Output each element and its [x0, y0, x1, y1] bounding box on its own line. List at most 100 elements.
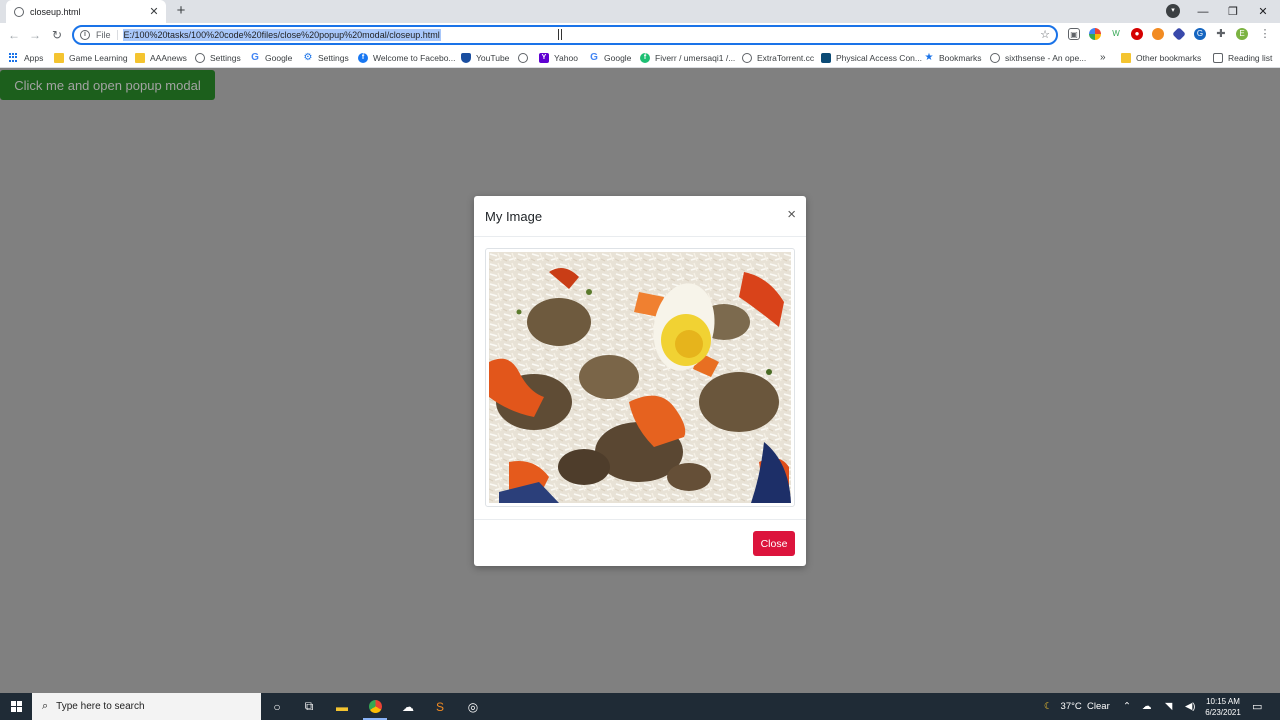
image-thumbnail [485, 248, 795, 507]
windows-logo-icon [10, 701, 22, 712]
onedrive-icon[interactable]: ☁ [1142, 693, 1152, 720]
gear-icon: ⚙ [303, 51, 313, 63]
bookmark-google-2[interactable]: G Google [589, 51, 631, 64]
folder-icon [135, 52, 145, 63]
bookmark-star-icon[interactable]: ☆ [1040, 28, 1050, 41]
bookmark-settings-2[interactable]: ⚙ Settings [303, 51, 349, 64]
yahoo-icon: Y [539, 52, 549, 63]
bookmark-other[interactable]: Other bookmarks [1121, 51, 1201, 64]
bookmark-label: Settings [210, 52, 241, 63]
bookmark-label: Apps [24, 52, 44, 63]
system-clock[interactable]: 10:15 AM 6/23/2021 [1198, 696, 1248, 718]
bookmark-label: Yahoo [554, 52, 578, 63]
open-modal-button[interactable]: Click me and open popup modal [0, 70, 215, 100]
chrome-icon[interactable] [359, 693, 391, 720]
bookmark-youtube[interactable]: YouTube [461, 51, 509, 64]
profile-avatar-icon[interactable]: E [1236, 28, 1248, 40]
image-modal: My Image × Close [474, 196, 806, 566]
network-icon[interactable]: ◥ [1165, 693, 1172, 720]
globe-icon [195, 52, 205, 63]
bookmark-facebook[interactable]: f Welcome to Facebo... [358, 51, 456, 64]
close-button[interactable]: Close [753, 531, 795, 556]
address-bar[interactable]: i File E:/100%20tasks/100%20code%20files… [72, 25, 1058, 45]
bookmark-bookmarks[interactable]: ★ Bookmarks [924, 51, 982, 64]
bookmark-label: Game Learning [69, 52, 128, 63]
url-text[interactable]: E:/100%20tasks/100%20code%20files/close%… [122, 29, 441, 41]
window-close-icon[interactable]: ✕ [1248, 0, 1278, 23]
search-icon: ⌕ [42, 700, 49, 712]
tab-close-icon[interactable]: ✕ [148, 5, 160, 18]
google-icon: G [251, 51, 259, 63]
bookmarks-overflow-icon[interactable]: » [1100, 51, 1106, 64]
menu-kebab-icon[interactable]: ⋮ [1259, 28, 1271, 40]
bookmark-physical-access[interactable]: Physical Access Con... [821, 51, 922, 64]
modal-close-icon[interactable]: × [787, 207, 796, 222]
globe-icon [990, 52, 1000, 63]
bookmark-label: Reading list [1228, 52, 1273, 63]
stop-extension-icon[interactable]: ● [1131, 28, 1143, 40]
bookmark-label: Bookmarks [939, 52, 982, 63]
bookmark-label: sixthsense - An ope... [1005, 52, 1087, 63]
fiverr-icon: f [640, 52, 650, 63]
globe-icon [14, 6, 24, 17]
bookmark-google[interactable]: G Google [250, 51, 292, 64]
tab-search-icon[interactable]: ▾ [1166, 4, 1180, 18]
bookmark-settings[interactable]: Settings [195, 51, 241, 64]
tray-chevron-icon[interactable]: ⌃ [1123, 693, 1131, 720]
w-extension-icon[interactable]: W [1110, 28, 1122, 40]
file-label: File [96, 30, 118, 40]
bookmark-globe[interactable] [518, 51, 533, 64]
new-tab-button[interactable]: + [172, 2, 190, 20]
volume-icon[interactable]: ◀) [1185, 693, 1195, 720]
camera-extension-icon[interactable]: ▣ [1068, 28, 1080, 40]
browser-tab[interactable]: closeup.html ✕ [6, 0, 166, 23]
reading-list[interactable]: Reading list [1213, 51, 1272, 64]
bookmark-label: Google [265, 52, 293, 63]
modal-footer: Close [474, 519, 806, 566]
restore-icon[interactable]: ❐ [1218, 0, 1248, 23]
browser-toolbar: ← → ↻ i File E:/100%20tasks/100%20code%2… [0, 23, 1280, 47]
moon-icon: ☾ [1044, 701, 1053, 712]
puzzle-extensions-icon[interactable]: ✚ [1215, 28, 1227, 40]
bookmark-label: AAAnews [150, 52, 187, 63]
task-view-icon[interactable]: ⧉ [293, 693, 325, 720]
bookmark-label: ExtraTorrent.cc [757, 52, 815, 63]
cookie-extension-icon[interactable] [1152, 28, 1164, 40]
info-icon[interactable]: i [80, 30, 90, 40]
forward-icon[interactable]: → [27, 27, 43, 43]
notifications-icon[interactable]: ▭ [1252, 693, 1262, 720]
sublime-text-icon[interactable]: S [424, 693, 456, 720]
folder-icon [54, 52, 64, 63]
weather-text: 37°C Clear [1060, 701, 1110, 712]
taskbar-search[interactable]: ⌕ Type here to search [32, 693, 261, 720]
bookmark-yahoo[interactable]: Y Yahoo [539, 51, 578, 64]
bookmark-label: YouTube [476, 52, 510, 63]
file-explorer-icon[interactable]: ▬ [326, 693, 358, 720]
windows-taskbar: ⌕ Type here to search ○ ⧉ ▬ ☁ S ◎ ☾ 37°C… [0, 693, 1280, 720]
g-extension-icon[interactable]: G [1194, 28, 1206, 40]
bookmark-aaanews[interactable]: AAAnews [135, 51, 187, 64]
bookmarks-bar: Apps Game Learning AAAnews Settings G Goo… [0, 47, 1280, 68]
clock-time: 10:15 AM [1206, 697, 1240, 706]
back-icon[interactable]: ← [6, 27, 22, 43]
color-extension-icon[interactable] [1089, 28, 1101, 40]
bookmark-game-learning[interactable]: Game Learning [54, 51, 128, 64]
clock-date: 6/23/2021 [1205, 708, 1241, 717]
tab-strip: closeup.html ✕ + ▾ — ❐ ✕ [0, 0, 1280, 23]
weather-widget[interactable]: ☾ 37°C Clear [1044, 693, 1110, 720]
bookmark-apps[interactable]: Apps [9, 51, 43, 64]
bookmark-extratorrent[interactable]: ExtraTorrent.cc [742, 51, 814, 64]
app-icon[interactable]: ☁ [392, 693, 424, 720]
bookmark-sixthsense[interactable]: sixthsense - An ope... [990, 51, 1086, 64]
text-cursor-icon [558, 29, 562, 40]
bookmark-label: Other bookmarks [1136, 52, 1202, 63]
tab-title: closeup.html [30, 6, 81, 17]
chromium-icon[interactable]: ◎ [457, 693, 489, 720]
minimize-icon[interactable]: — [1188, 0, 1218, 23]
reload-icon[interactable]: ↻ [49, 27, 65, 43]
bookmark-fiverr[interactable]: f Fiverr / umersaqi1 /... [640, 51, 735, 64]
cortana-icon[interactable]: ○ [261, 693, 293, 720]
bookmark-label: Welcome to Facebo... [373, 52, 456, 63]
globe-icon [742, 52, 752, 63]
start-button[interactable] [0, 693, 32, 720]
